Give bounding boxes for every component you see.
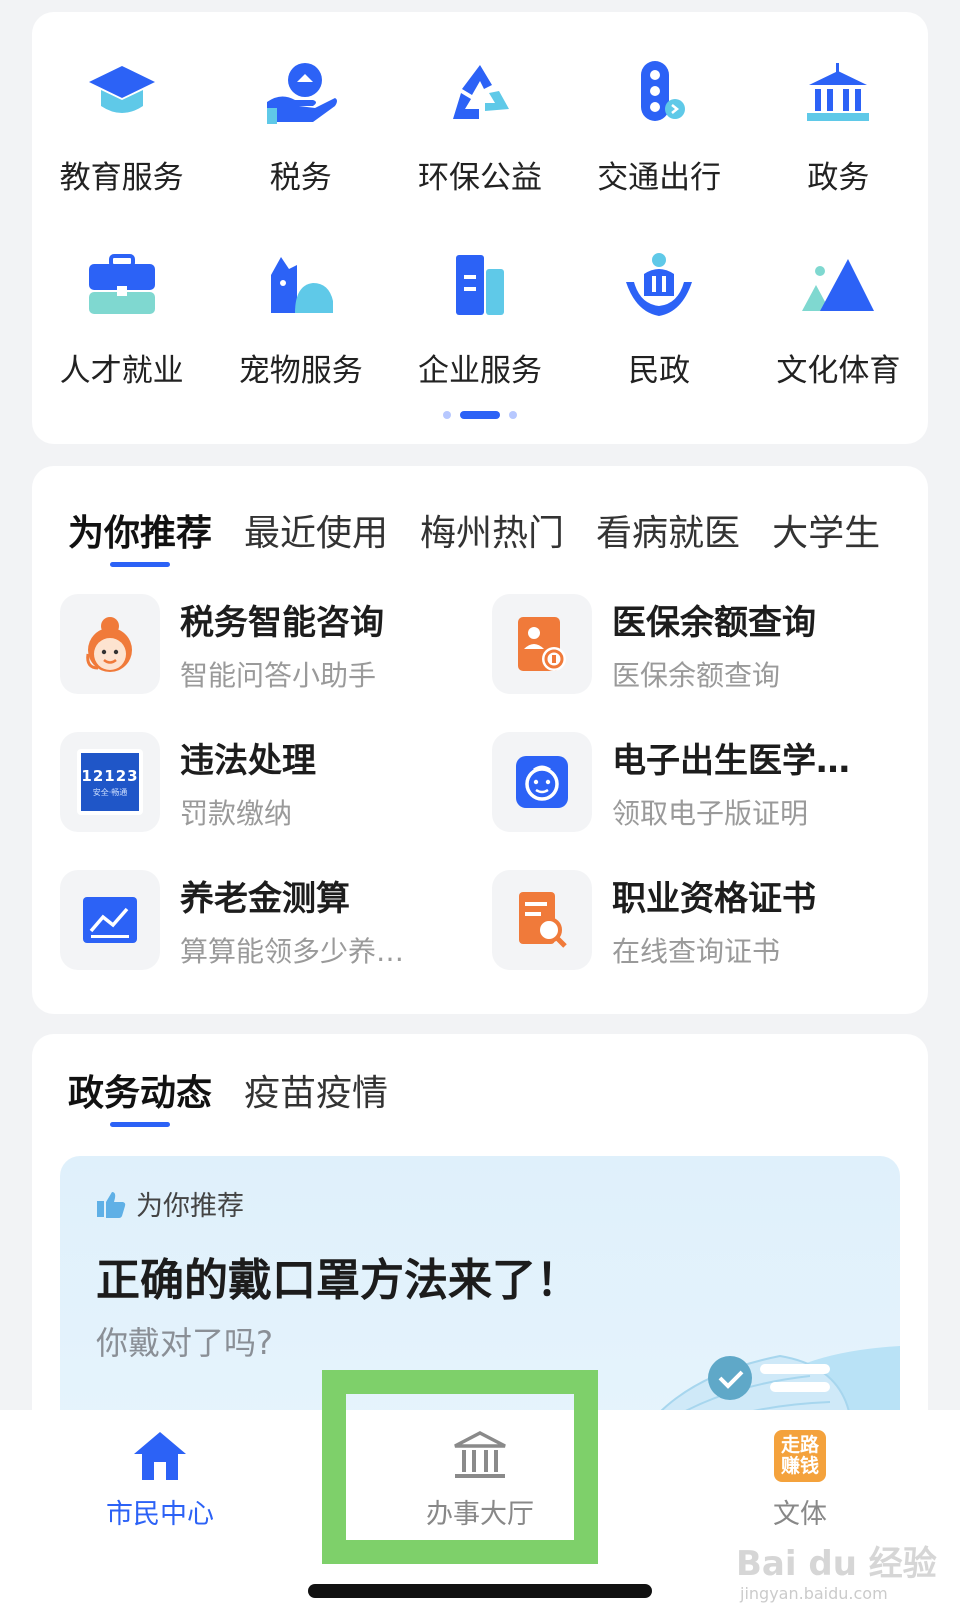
tabs-fade	[888, 534, 928, 574]
rec-title: 电子出生医学…	[612, 740, 850, 781]
home-indicator	[308, 1584, 652, 1598]
people-care-icon	[619, 245, 699, 325]
nav-culture-sports[interactable]: 走路 赚钱 文体	[710, 1430, 890, 1531]
medical-insurance-icon	[492, 594, 592, 694]
tab-government-news[interactable]: 政务动态	[68, 1064, 212, 1127]
rec-title: 养老金测算	[180, 878, 350, 919]
recycle-icon	[440, 52, 520, 132]
nav-label: 文体	[773, 1499, 827, 1530]
traffic-light-icon	[619, 52, 699, 132]
government-building-icon	[798, 52, 878, 132]
service-label: 税务	[269, 160, 332, 196]
recommend-card: 为你推荐 最近使用 梅州热门 看病就医 大学生 税务智能咨询 智能问答小助手 医…	[32, 466, 928, 1014]
service-culture-sports[interactable]: 文化体育	[749, 245, 928, 390]
app-12123-icon: 12123 安全·畅通	[60, 732, 160, 832]
service-label: 宠物服务	[238, 353, 363, 389]
tab-recent[interactable]: 最近使用	[244, 504, 388, 556]
graduation-cap-icon	[82, 52, 162, 132]
service-environment[interactable]: 环保公益	[390, 52, 569, 197]
watermark-text: Bai du 经验	[736, 1544, 937, 1584]
rec-title: 税务智能咨询	[180, 602, 384, 643]
walk-earn-text-2: 赚钱	[780, 1455, 819, 1477]
service-label: 文化体育	[776, 353, 901, 389]
walk-earn-text-1: 走路	[780, 1434, 819, 1456]
recommend-list: 税务智能咨询 智能问答小助手 医保余额查询 医保余额查询 12123 安全·畅通	[60, 594, 900, 970]
service-label: 民政	[628, 353, 691, 389]
rec-subtitle: 领取电子版证明	[612, 796, 809, 830]
rec-medical-balance[interactable]: 医保余额查询 医保余额查询	[492, 594, 900, 694]
tab-medical[interactable]: 看病就医	[596, 504, 740, 556]
service-education[interactable]: 教育服务	[32, 52, 211, 197]
service-label: 交通出行	[597, 160, 722, 196]
watermark-url: jingyan.baidu.com	[740, 1584, 888, 1603]
page-dot	[509, 411, 517, 419]
highlight-annotation-box	[322, 1370, 598, 1564]
service-civil-affairs[interactable]: 民政	[570, 245, 749, 390]
briefcase-icon	[82, 245, 162, 325]
service-pet[interactable]: 宠物服务	[211, 245, 390, 390]
service-grid: 教育服务 税务 环保公益 交通出行 政务 人才就业 宠物服务 企业服务 民政 文…	[32, 52, 928, 390]
pet-icon	[261, 245, 341, 325]
line-chart-icon	[60, 870, 160, 970]
news-tabs: 政务动态 疫苗疫情	[68, 1064, 388, 1127]
service-label: 人才就业	[59, 353, 184, 389]
service-label: 企业服务	[417, 353, 542, 389]
nav-label: 市民中心	[106, 1499, 214, 1530]
tab-vaccine-epidemic[interactable]: 疫苗疫情	[244, 1064, 388, 1116]
recommend-tabs: 为你推荐 最近使用 梅州热门 看病就医 大学生	[68, 504, 928, 574]
banner-tag: 为你推荐	[96, 1184, 244, 1223]
rec-pension-calc[interactable]: 养老金测算 算算能领多少养…	[60, 870, 492, 970]
service-label: 教育服务	[59, 160, 184, 196]
rec-title: 医保余额查询	[612, 602, 816, 643]
rec-violation[interactable]: 12123 安全·畅通 违法处理 罚款缴纳	[60, 732, 492, 832]
service-transport[interactable]: 交通出行	[570, 52, 749, 197]
banner-title: 正确的戴口罩方法来了！	[96, 1255, 580, 1306]
rec-birth-certificate[interactable]: 电子出生医学… 领取电子版证明	[492, 732, 900, 832]
rec-subtitle: 罚款缴纳	[180, 796, 293, 830]
app-screen: 教育服务 税务 环保公益 交通出行 政务 人才就业 宠物服务 企业服务 民政 文…	[0, 0, 960, 1624]
service-tax[interactable]: 税务	[211, 52, 390, 197]
banner-tag-text: 为你推荐	[136, 1191, 244, 1222]
tax-hand-icon	[261, 52, 341, 132]
app-12123-subtext: 安全·畅通	[92, 787, 128, 797]
tab-meizhou-hot[interactable]: 梅州热门	[420, 504, 564, 556]
home-icon	[134, 1432, 186, 1480]
rec-subtitle: 智能问答小助手	[180, 658, 377, 692]
thumbs-up-icon	[97, 1191, 126, 1218]
page-dot	[443, 411, 451, 419]
rec-qualification-cert[interactable]: 职业资格证书 在线查询证书	[492, 870, 900, 970]
walk-earn-icon: 走路 赚钱	[774, 1430, 826, 1482]
tab-for-you[interactable]: 为你推荐	[68, 504, 212, 567]
service-label: 政务	[807, 160, 870, 196]
app-12123-text: 12123	[81, 766, 139, 785]
rec-subtitle: 医保余额查询	[612, 658, 781, 692]
rec-subtitle: 在线查询证书	[612, 934, 781, 968]
service-label: 环保公益	[417, 160, 542, 196]
assistant-avatar-icon	[60, 594, 160, 694]
rec-title: 违法处理	[180, 740, 316, 781]
service-employment[interactable]: 人才就业	[32, 245, 211, 390]
banner-subtitle: 你戴对了吗?	[96, 1324, 273, 1362]
rec-tax-consult[interactable]: 税务智能咨询 智能问答小助手	[60, 594, 492, 694]
baby-face-icon	[492, 732, 592, 832]
page-dot-active	[460, 411, 500, 419]
rec-subtitle: 算算能领多少养…	[180, 934, 405, 968]
office-building-icon	[440, 245, 520, 325]
nav-citizen-center[interactable]: 市民中心	[70, 1430, 250, 1531]
service-grid-card: 教育服务 税务 环保公益 交通出行 政务 人才就业 宠物服务 企业服务 民政 文…	[32, 12, 928, 444]
certificate-search-icon	[492, 870, 592, 970]
tab-college[interactable]: 大学生	[772, 504, 880, 556]
page-indicator	[32, 411, 928, 419]
service-government[interactable]: 政务	[749, 52, 928, 197]
rec-title: 职业资格证书	[612, 878, 816, 919]
service-enterprise[interactable]: 企业服务	[390, 245, 569, 390]
mountain-icon	[798, 245, 878, 325]
